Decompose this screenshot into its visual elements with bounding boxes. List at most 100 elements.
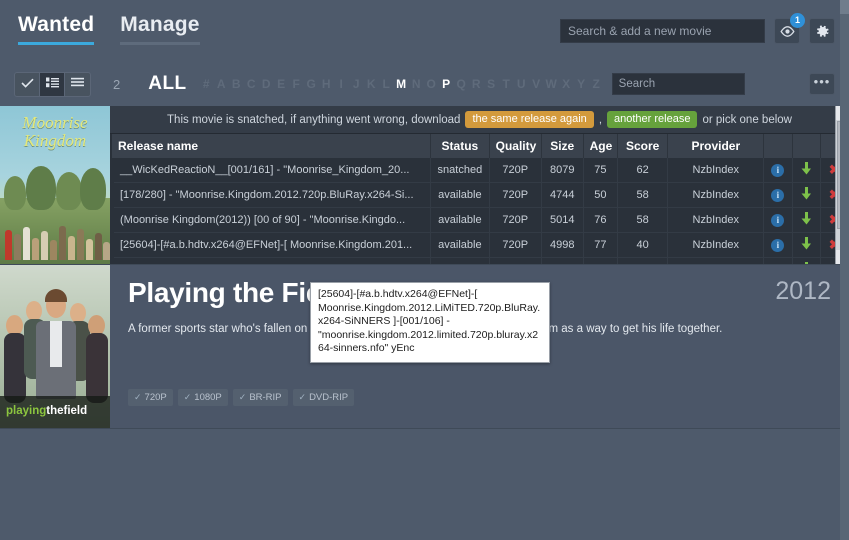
alpha-filter-m[interactable]: M xyxy=(394,77,409,91)
view-detail-button[interactable] xyxy=(40,72,65,96)
alpha-filter-p[interactable]: P xyxy=(439,77,454,91)
page-scrollbar[interactable] xyxy=(840,0,849,540)
release-size-cell: 4998 xyxy=(541,232,584,258)
alpha-filter-q[interactable]: Q xyxy=(454,77,469,91)
release-provider-cell: NzbIndex xyxy=(667,257,765,264)
release-score-cell: 58 xyxy=(617,182,669,208)
top-navigation-bar: Wanted Manage 1 xyxy=(0,0,849,62)
alpha-filter-d[interactable]: D xyxy=(259,77,274,91)
info-icon: i xyxy=(771,213,785,227)
poster-title-word-playing: playing xyxy=(6,405,47,418)
eye-button[interactable]: 1 xyxy=(774,13,805,44)
alpha-filter-j[interactable]: J xyxy=(349,77,364,91)
nav-tab-manage[interactable]: Manage xyxy=(120,14,200,45)
release-status-cell: available xyxy=(430,207,490,233)
poster-moonrise-kingdom[interactable]: Moonrise Kingdom xyxy=(0,106,110,264)
release-row[interactable]: [25604]-[#a.b.hdtv.x264@EFNet]-[ Moonris… xyxy=(112,232,849,258)
filter-search-input[interactable] xyxy=(611,73,745,95)
eye-badge-count: 1 xyxy=(790,13,805,28)
release-info-button[interactable]: i xyxy=(763,207,793,233)
release-info-button[interactable]: i xyxy=(763,257,793,264)
alpha-filter-n[interactable]: N xyxy=(409,77,424,91)
alpha-filter-b[interactable]: B xyxy=(229,77,244,91)
alpha-filter-hash[interactable]: # xyxy=(199,77,214,91)
release-status-cell: available xyxy=(430,257,490,264)
alpha-filter-u[interactable]: U xyxy=(514,77,529,91)
release-row[interactable]: Moonrise Kingdom 2012 Custom DKsubs 720p… xyxy=(112,257,849,264)
snatched-notice-comma: , xyxy=(598,113,603,126)
column-header-age[interactable]: Age xyxy=(583,134,619,158)
release-info-button[interactable]: i xyxy=(763,232,793,258)
more-options-button[interactable]: ••• xyxy=(809,73,835,95)
alpha-filter-g[interactable]: G xyxy=(304,77,319,91)
quality-tag-label: BR-RIP xyxy=(249,392,282,403)
release-download-button[interactable] xyxy=(792,158,821,183)
column-header-score[interactable]: Score xyxy=(617,134,669,158)
alpha-filter-i[interactable]: I xyxy=(334,77,349,91)
release-row[interactable]: [178/280] - "Moonrise.Kingdom.2012.720p.… xyxy=(112,182,849,208)
alpha-filter-o[interactable]: O xyxy=(424,77,439,91)
alpha-filter-f[interactable]: F xyxy=(289,77,304,91)
release-age-cell: 76 xyxy=(583,207,619,233)
alpha-filter-y[interactable]: Y xyxy=(574,77,589,91)
select-all-toggle-button[interactable] xyxy=(15,72,40,96)
alpha-filter-l[interactable]: L xyxy=(379,77,394,91)
alpha-filter-c[interactable]: C xyxy=(244,77,259,91)
quality-tag-label: 1080P xyxy=(194,392,222,403)
column-header-provider[interactable]: Provider xyxy=(667,134,765,158)
release-download-button[interactable] xyxy=(792,257,821,264)
download-another-release-button[interactable]: another release xyxy=(607,110,698,129)
alpha-filter-s[interactable]: S xyxy=(484,77,499,91)
release-row[interactable]: (Moonrise Kingdom(2012)) [00 of 90] - "M… xyxy=(112,207,849,233)
release-score-cell: 40 xyxy=(617,232,669,258)
release-download-button[interactable] xyxy=(792,182,821,208)
alpha-filter-h[interactable]: H xyxy=(319,77,334,91)
alpha-filter-k[interactable]: K xyxy=(364,77,379,91)
check-icon xyxy=(20,75,34,93)
download-same-release-button[interactable]: the same release again xyxy=(465,110,594,129)
quality-tag-1080p[interactable]: ✓ 1080P xyxy=(177,389,228,406)
release-name-tooltip: [25604]-[#a.b.hdtv.x264@EFNet]-[ Moonris… xyxy=(310,282,550,363)
release-name-cell: [25604]-[#a.b.hdtv.x264@EFNet]-[ Moonris… xyxy=(112,232,432,258)
settings-button[interactable] xyxy=(809,18,835,44)
info-icon: i xyxy=(771,263,785,264)
column-header-size[interactable]: Size xyxy=(541,134,584,158)
release-info-button[interactable]: i xyxy=(763,182,793,208)
release-quality-cell: 720P xyxy=(489,207,542,233)
poster-playing-the-field[interactable]: playingthefield xyxy=(0,265,110,428)
quality-tag-br-rip[interactable]: ✓ BR-RIP xyxy=(232,389,288,406)
column-header-quality[interactable]: Quality xyxy=(489,134,542,158)
quality-tag-dvd-rip[interactable]: ✓ DVD-RIP xyxy=(292,389,355,406)
view-compact-button[interactable] xyxy=(65,73,90,96)
search-add-movie-input[interactable] xyxy=(560,19,765,43)
release-download-button[interactable] xyxy=(792,232,821,258)
alpha-filter-x[interactable]: X xyxy=(559,77,574,91)
view-mode-group xyxy=(14,71,91,97)
poster-title-playing-the-field: playingthefield xyxy=(6,406,87,418)
page-scrollbar-thumb[interactable] xyxy=(840,0,849,14)
quality-tag-720p[interactable]: ✓ 720P xyxy=(128,389,173,406)
alpha-filter-a[interactable]: A xyxy=(214,77,229,91)
release-info-button[interactable]: i xyxy=(763,158,793,183)
movie-item-moonrise-kingdom: Moonrise Kingdom This movie is snatched,… xyxy=(0,106,849,265)
alpha-filter-t[interactable]: T xyxy=(499,77,514,91)
alphabet-filter: # A B C D E F G H I J K L M N O P Q R S T U V W X Y Z xyxy=(199,77,604,91)
alpha-filter-r[interactable]: R xyxy=(469,77,484,91)
release-table: Release name Status Quality Size Age Sco… xyxy=(110,134,849,264)
alpha-filter-w[interactable]: W xyxy=(544,77,559,91)
alpha-filter-e[interactable]: E xyxy=(274,77,289,91)
filter-all[interactable]: ALL xyxy=(148,73,186,95)
list-compact-icon xyxy=(71,75,84,93)
column-header-status[interactable]: Status xyxy=(430,134,490,158)
release-row[interactable]: __WicKedReactioN__[001/161] - "Moonrise_… xyxy=(112,158,849,183)
alpha-filter-v[interactable]: V xyxy=(529,77,544,91)
release-size-cell: 4744 xyxy=(541,182,584,208)
nav-tab-wanted[interactable]: Wanted xyxy=(18,14,95,45)
download-icon xyxy=(801,187,812,203)
release-download-button[interactable] xyxy=(792,207,821,233)
poster-lead-shirt xyxy=(50,321,62,367)
download-icon xyxy=(801,262,812,264)
alpha-filter-z[interactable]: Z xyxy=(589,77,604,91)
release-score-cell: 62 xyxy=(617,158,669,183)
column-header-release-name[interactable]: Release name xyxy=(112,134,432,158)
